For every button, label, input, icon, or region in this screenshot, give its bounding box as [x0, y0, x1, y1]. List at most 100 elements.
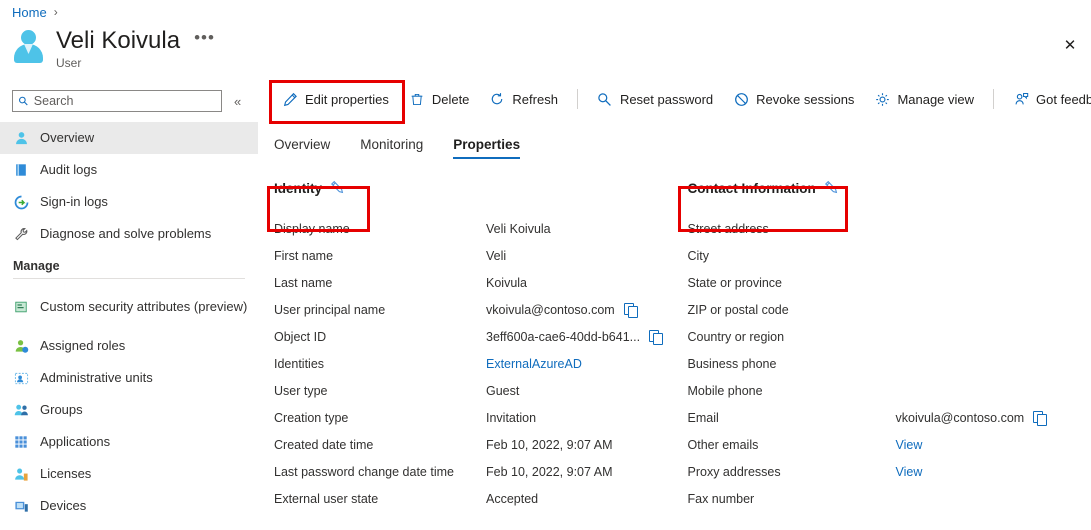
property-value: vkoivula@contoso.com — [486, 303, 637, 317]
sidebar-item-audit-logs[interactable]: Audit logs — [0, 154, 258, 186]
close-button[interactable]: ✕ — [1055, 30, 1085, 60]
search-placeholder: Search — [34, 94, 74, 108]
property-label: User principal name — [274, 303, 486, 317]
breadcrumb-home-link[interactable]: Home — [12, 5, 47, 20]
refresh-icon — [489, 91, 505, 107]
identity-section: Identity Display name Veli Koivula First… — [258, 177, 678, 512]
tab-properties[interactable]: Properties — [453, 137, 520, 159]
property-value: Feb 10, 2022, 9:07 AM — [486, 438, 612, 452]
command-separator — [993, 89, 994, 109]
command-label: Revoke sessions — [756, 92, 854, 107]
collapse-sidebar-button[interactable]: « — [230, 92, 245, 111]
property-label: Object ID — [274, 330, 486, 344]
property-row: State or province — [688, 269, 1091, 296]
reset-password-button[interactable]: Reset password — [587, 87, 723, 111]
property-label: City — [688, 249, 896, 263]
sidebar-item-administrative-units[interactable]: Administrative units — [0, 362, 258, 394]
copy-icon[interactable] — [624, 303, 637, 317]
property-row: Email vkoivula@contoso.com — [688, 404, 1091, 431]
copy-icon[interactable] — [1033, 411, 1046, 425]
identity-rows: Display name Veli Koivula First name Vel… — [274, 215, 678, 512]
identity-section-header: Identity — [274, 177, 678, 199]
property-label: Identities — [274, 357, 486, 371]
section-title: Contact Information — [688, 181, 816, 196]
tab-overview[interactable]: Overview — [274, 137, 330, 159]
property-row: Created date time Feb 10, 2022, 9:07 AM — [274, 431, 678, 458]
property-label: Mobile phone — [688, 384, 896, 398]
breadcrumb-separator-icon: › — [54, 5, 58, 19]
property-value: vkoivula@contoso.com — [896, 411, 1047, 425]
refresh-button[interactable]: Refresh — [479, 87, 568, 111]
property-label: User type — [274, 384, 486, 398]
command-separator — [577, 89, 578, 109]
sidebar-search-row: ⚲ Search « — [0, 85, 258, 112]
feedback-icon — [1013, 91, 1029, 107]
search-input[interactable]: ⚲ Search — [12, 90, 222, 112]
sidebar-item-devices[interactable]: Devices — [0, 490, 258, 522]
sidebar-item-groups[interactable]: Groups — [0, 394, 258, 426]
close-icon: ✕ — [1064, 36, 1077, 54]
property-value: Guest — [486, 384, 519, 398]
property-value-text: Feb 10, 2022, 9:07 AM — [486, 465, 612, 479]
tab-bar: Overview Monitoring Properties — [258, 125, 1091, 159]
delete-button[interactable]: Delete — [399, 87, 480, 111]
sidebar-item-overview[interactable]: Overview — [0, 122, 258, 154]
block-icon — [733, 91, 749, 107]
property-value-text: Invitation — [486, 411, 536, 425]
property-label: Street address — [688, 222, 896, 236]
property-row: User type Guest — [274, 377, 678, 404]
property-value-text: 3eff600a-cae6-40dd-b641... — [486, 330, 640, 344]
command-label: Got feedback? — [1036, 92, 1091, 107]
sidebar-nav-list: Overview Audit logs Sign-in logs Diagnos… — [0, 122, 258, 522]
sidebar-item-custom-security-attributes[interactable]: Custom security attributes (preview) — [0, 283, 258, 330]
property-row: ZIP or postal code — [688, 296, 1091, 323]
section-title: Identity — [274, 181, 322, 196]
edit-identity-pencil-icon[interactable] — [330, 180, 344, 197]
property-label: External user state — [274, 492, 486, 506]
property-value[interactable]: ExternalAzureAD — [486, 357, 582, 371]
property-row: Fax number — [688, 485, 1091, 512]
edit-contact-pencil-icon[interactable] — [824, 180, 838, 197]
property-row: External user state Accepted — [274, 485, 678, 512]
property-row: Last name Koivula — [274, 269, 678, 296]
property-value: Feb 10, 2022, 9:07 AM — [486, 465, 612, 479]
groups-icon — [13, 402, 29, 418]
contact-rows: Street address City State or province ZI… — [688, 215, 1091, 512]
got-feedback-button[interactable]: Got feedback? — [1003, 87, 1091, 111]
devices-icon — [13, 498, 29, 514]
admin-units-icon — [13, 370, 29, 386]
tab-monitoring[interactable]: Monitoring — [360, 137, 423, 159]
book-icon — [13, 162, 29, 178]
property-label: Proxy addresses — [688, 465, 896, 479]
property-value: Veli Koivula — [486, 222, 551, 236]
property-value-text: Veli — [486, 249, 506, 263]
sidebar-item-diagnose-and-solve-problems[interactable]: Diagnose and solve problems — [0, 218, 258, 250]
sidebar-item-assigned-roles[interactable]: Assigned roles — [0, 330, 258, 362]
sidebar-item-label: Diagnose and solve problems — [40, 226, 211, 242]
copy-icon[interactable] — [649, 330, 662, 344]
property-row: Display name Veli Koivula — [274, 215, 678, 242]
sidebar-item-label: Devices — [40, 498, 86, 514]
sidebar-item-licenses[interactable]: Licenses — [0, 458, 258, 490]
more-options-button[interactable]: ••• — [192, 32, 217, 51]
property-value: Accepted — [486, 492, 538, 506]
property-label: Business phone — [688, 357, 896, 371]
property-label: State or province — [688, 276, 896, 290]
assigned-roles-icon — [13, 338, 29, 354]
property-row: Object ID 3eff600a-cae6-40dd-b641... — [274, 323, 678, 350]
licenses-icon — [13, 466, 29, 482]
sidebar-item-sign-in-logs[interactable]: Sign-in logs — [0, 186, 258, 218]
signin-arrow-icon — [13, 194, 29, 210]
manage-view-button[interactable]: Manage view — [864, 87, 984, 111]
property-value[interactable]: View — [896, 465, 923, 479]
property-label: Country or region — [688, 330, 896, 344]
sidebar-item-applications[interactable]: Applications — [0, 426, 258, 458]
gear-icon — [874, 91, 890, 107]
property-value[interactable]: View — [896, 438, 923, 452]
edit-properties-button[interactable]: Edit properties — [272, 87, 399, 111]
property-label: Display name — [274, 222, 486, 236]
property-value-text: View — [896, 465, 923, 479]
property-label: Other emails — [688, 438, 896, 452]
property-value: Koivula — [486, 276, 527, 290]
revoke-sessions-button[interactable]: Revoke sessions — [723, 87, 864, 111]
